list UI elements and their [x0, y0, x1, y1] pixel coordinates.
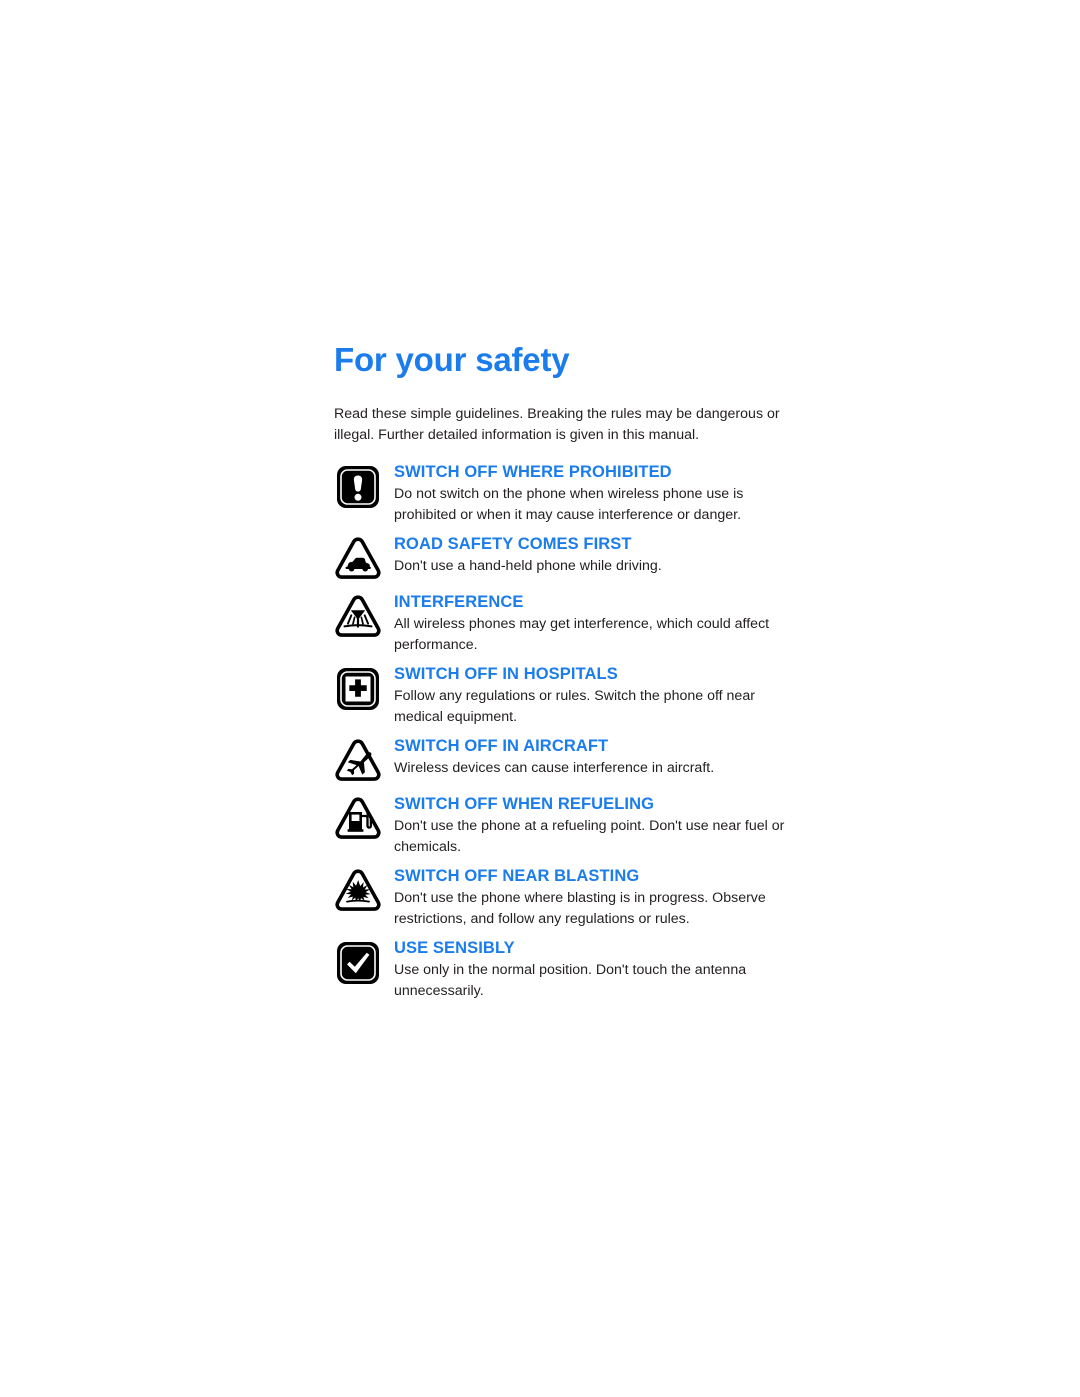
item-body: Don't use the phone at a refueling point… — [394, 818, 785, 855]
page-title: For your safety — [334, 341, 570, 378]
checkmark-square-icon — [334, 939, 382, 987]
page-content: For your safety Read these simple guidel… — [334, 340, 794, 1009]
item-body: Wireless devices can cause interference … — [394, 760, 715, 776]
item-heading: SWITCH OFF WHERE PROHIBITED — [394, 463, 672, 481]
car-triangle-icon — [334, 535, 382, 583]
safety-item-switch-off-near-blasting: SWITCH OFF NEAR BLASTING Don't use the p… — [334, 865, 794, 929]
item-body: All wireless phones may get interference… — [394, 616, 770, 653]
item-body: Use only in the normal position. Don't t… — [394, 962, 747, 999]
safety-item-switch-off-where-prohibited: SWITCH OFF WHERE PROHIBITED Do not switc… — [334, 461, 794, 525]
item-body: Follow any regulations or rules. Switch … — [394, 688, 755, 725]
item-heading: ROAD SAFETY COMES FIRST — [394, 535, 632, 553]
hospital-cross-square-icon — [334, 665, 382, 713]
item-heading: INTERFERENCE — [394, 593, 524, 611]
intro-paragraph: Read these simple guidelines. Breaking t… — [334, 406, 780, 443]
interference-antenna-triangle-icon — [334, 593, 382, 641]
safety-item-switch-off-in-aircraft: SWITCH OFF IN AIRCRAFT Wireless devices … — [334, 735, 794, 785]
exclamation-square-icon — [334, 463, 382, 511]
safety-guidelines-list: SWITCH OFF WHERE PROHIBITED Do not switc… — [334, 461, 794, 1001]
item-body: Don't use a hand-held phone while drivin… — [394, 558, 662, 574]
safety-item-use-sensibly: USE SENSIBLY Use only in the normal posi… — [334, 937, 794, 1001]
item-body: Don't use the phone where blasting is in… — [394, 890, 766, 927]
item-heading: SWITCH OFF IN HOSPITALS — [394, 665, 618, 683]
item-body: Do not switch on the phone when wireless… — [394, 486, 744, 523]
explosion-triangle-icon — [334, 867, 382, 915]
safety-item-switch-off-in-hospitals: SWITCH OFF IN HOSPITALS Follow any regul… — [334, 663, 794, 727]
item-heading: SWITCH OFF WHEN REFUELING — [394, 795, 655, 813]
safety-item-switch-off-when-refueling: SWITCH OFF WHEN REFUELING Don't use the … — [334, 793, 794, 857]
fuel-pump-triangle-icon — [334, 795, 382, 843]
item-heading: SWITCH OFF NEAR BLASTING — [394, 867, 640, 885]
document-page: For your safety Read these simple guidel… — [0, 0, 1080, 1397]
safety-item-interference: INTERFERENCE All wireless phones may get… — [334, 591, 794, 655]
airplane-triangle-icon — [334, 737, 382, 785]
safety-item-road-safety-comes-first: ROAD SAFETY COMES FIRST Don't use a hand… — [334, 533, 794, 583]
item-heading: SWITCH OFF IN AIRCRAFT — [394, 737, 609, 755]
item-heading: USE SENSIBLY — [394, 939, 515, 957]
